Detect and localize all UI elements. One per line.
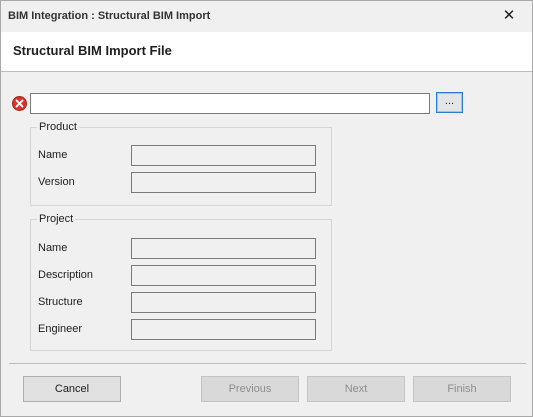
project-description-field [131,265,316,286]
cancel-button[interactable]: Cancel [23,376,121,402]
window-title: BIM Integration : Structural BIM Import [8,10,211,22]
close-icon[interactable]: ✕ [502,8,516,24]
finish-button[interactable]: Finish [413,376,511,402]
file-path-input[interactable] [30,93,430,114]
title-bar[interactable]: BIM Integration : Structural BIM Import … [1,1,532,32]
product-version-field [131,172,316,193]
project-structure-field [131,292,316,313]
product-name-label: Name [38,149,68,161]
product-version-label: Version [38,176,75,188]
project-group-legend: Project [37,213,76,225]
footer-divider [9,363,526,364]
project-name-field [131,238,316,259]
product-group: Product [30,121,332,206]
previous-button[interactable]: Previous [201,376,299,402]
project-engineer-field [131,319,316,340]
error-icon [12,96,27,111]
product-name-field [131,145,316,166]
page-title: Structural BIM Import File [13,43,172,58]
project-description-label: Description [38,269,94,281]
project-structure-label: Structure [38,296,83,308]
product-group-legend: Product [37,121,79,133]
project-engineer-label: Engineer [38,323,83,335]
next-button[interactable]: Next [307,376,405,402]
browse-button[interactable]: ... [436,92,463,113]
import-dialog: BIM Integration : Structural BIM Import … [0,0,533,417]
project-name-label: Name [38,242,68,254]
wizard-header: Structural BIM Import File [1,32,532,72]
